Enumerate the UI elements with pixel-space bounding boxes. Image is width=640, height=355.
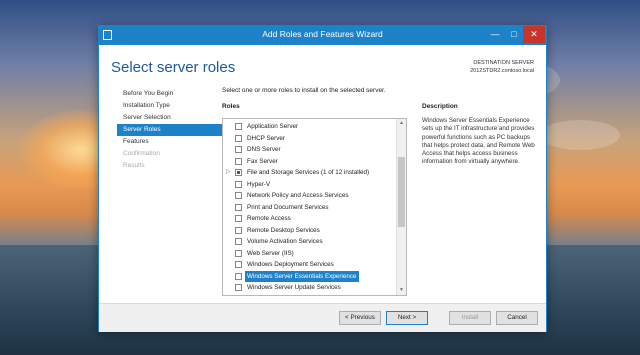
- role-label: File and Storage Services (1 of 12 insta…: [247, 169, 370, 176]
- wizard-window: Add Roles and Features Wizard — □ ✕ Sele…: [98, 25, 547, 332]
- role-checkbox[interactable]: [235, 238, 242, 245]
- nav-item-confirmation: Confirmation: [123, 150, 160, 157]
- role-print-document-services[interactable]: Print and Document Services: [223, 202, 395, 213]
- role-checkbox[interactable]: [235, 203, 242, 211]
- role-windows-server-update-services[interactable]: Windows Server Update Services: [223, 282, 395, 293]
- role-checkbox[interactable]: [235, 180, 242, 188]
- role-checkbox[interactable]: [235, 226, 242, 234]
- nav-item-server-selection[interactable]: Server Selection: [117, 112, 225, 124]
- role-web-server-iis[interactable]: Web Server (IIS): [223, 248, 395, 259]
- role-hyper-v[interactable]: Hyper-V: [223, 179, 395, 190]
- role-windows-deployment-services[interactable]: Windows Deployment Services: [223, 259, 395, 270]
- role-checkbox[interactable]: [235, 134, 242, 142]
- title-bar[interactable]: Add Roles and Features Wizard — □ ✕: [99, 26, 546, 45]
- close-button[interactable]: ✕: [523, 26, 545, 43]
- maximize-button[interactable]: □: [504, 26, 524, 43]
- role-label: DHCP Server: [247, 134, 286, 142]
- nav-item-results: Results: [123, 162, 145, 169]
- role-checkbox[interactable]: [235, 146, 242, 153]
- cloud: [540, 120, 620, 150]
- intro-text: Select one or more roles to install on t…: [222, 87, 386, 94]
- role-dns-server[interactable]: DNS Server: [223, 144, 395, 155]
- expand-arrow-icon[interactable]: ▷: [226, 167, 231, 178]
- role-checkbox[interactable]: [235, 192, 242, 199]
- role-fax-server[interactable]: Fax Server: [223, 156, 395, 167]
- minimize-button[interactable]: —: [485, 26, 505, 43]
- role-checkbox[interactable]: [235, 157, 242, 165]
- role-checkbox[interactable]: [235, 215, 242, 222]
- role-label: Web Server (IIS): [247, 249, 294, 257]
- destination-server-info: DESTINATION SERVER 2012STDR2.contoso.loc…: [470, 59, 534, 75]
- role-file-storage-services[interactable]: ▷ File and Storage Services (1 of 12 ins…: [223, 167, 395, 178]
- role-label: Remote Access: [247, 215, 291, 222]
- role-label: Windows Server Essentials Experience: [245, 270, 359, 282]
- role-remote-desktop-services[interactable]: Remote Desktop Services: [223, 225, 395, 236]
- role-windows-server-essentials[interactable]: Windows Server Essentials Experience: [223, 270, 395, 282]
- scroll-up-icon[interactable]: ▲: [397, 119, 406, 128]
- scroll-thumb[interactable]: [398, 157, 405, 227]
- page-title: Select server roles: [111, 59, 236, 76]
- role-volume-activation-services[interactable]: Volume Activation Services: [223, 236, 395, 247]
- nav-item-before-you-begin[interactable]: Before You Begin: [117, 88, 225, 100]
- role-network-policy[interactable]: Network Policy and Access Services: [223, 190, 395, 201]
- nav-item-server-roles[interactable]: Server Roles: [117, 124, 225, 136]
- install-button[interactable]: Install: [449, 311, 491, 325]
- role-label: Print and Document Services: [247, 203, 329, 211]
- description-text: Windows Server Essentials Experience set…: [422, 117, 535, 166]
- role-label: Application Server: [247, 123, 299, 130]
- role-checkbox[interactable]: [235, 272, 242, 280]
- role-checkbox[interactable]: [235, 284, 242, 291]
- role-label: Volume Activation Services: [247, 238, 323, 245]
- role-label: Network Policy and Access Services: [247, 192, 349, 199]
- role-label: Remote Desktop Services: [247, 226, 320, 234]
- role-checkbox[interactable]: [235, 123, 242, 130]
- destination-label: DESTINATION SERVER: [473, 60, 534, 66]
- role-label: DNS Server: [247, 146, 281, 153]
- description-heading: Description: [422, 103, 458, 110]
- role-dhcp-server[interactable]: DHCP Server: [223, 133, 395, 144]
- next-button[interactable]: Next >: [386, 311, 428, 325]
- role-remote-access[interactable]: Remote Access: [223, 213, 395, 224]
- role-label: Windows Deployment Services: [247, 261, 334, 268]
- nav-item-installation-type[interactable]: Installation Type: [117, 100, 225, 112]
- previous-button[interactable]: < Previous: [339, 311, 381, 325]
- roles-list: Application Server DHCP Server DNS Serve…: [222, 118, 407, 296]
- roles-scrollbar[interactable]: ▲ ▼: [396, 119, 406, 295]
- role-label: Fax Server: [247, 157, 278, 165]
- roles-heading: Roles: [222, 103, 240, 110]
- role-label: Windows Server Update Services: [247, 284, 341, 291]
- role-label: Hyper-V: [247, 180, 271, 188]
- role-checkbox[interactable]: [235, 169, 242, 176]
- role-checkbox[interactable]: [235, 249, 242, 257]
- cancel-button[interactable]: Cancel: [496, 311, 538, 325]
- scroll-down-icon[interactable]: ▼: [397, 286, 406, 295]
- nav-item-features[interactable]: Features: [117, 136, 225, 148]
- role-application-server[interactable]: Application Server: [223, 121, 395, 132]
- window-title: Add Roles and Features Wizard: [262, 29, 383, 39]
- wizard-footer: < Previous Next > Install Cancel: [99, 303, 546, 332]
- destination-server-name: 2012STDR2.contoso.local: [470, 68, 534, 74]
- wizard-nav: Before You Begin Installation Type Serve…: [117, 88, 225, 172]
- role-checkbox[interactable]: [235, 261, 242, 268]
